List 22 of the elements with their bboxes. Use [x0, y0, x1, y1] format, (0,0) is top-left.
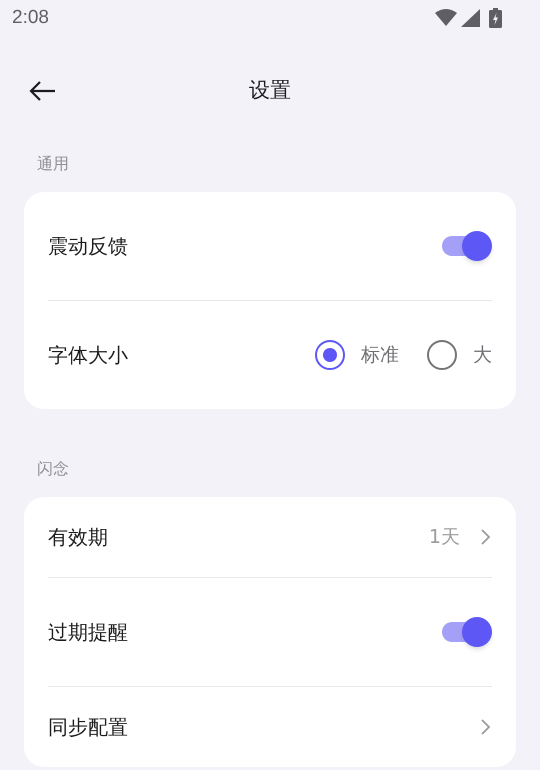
setting-label: 震动反馈: [48, 233, 128, 260]
value-text: 1天: [428, 524, 460, 550]
radio-button[interactable]: [315, 340, 345, 370]
status-time: 2:08: [12, 6, 49, 30]
battery-icon: [489, 8, 502, 28]
radio-button[interactable]: [427, 340, 457, 370]
chevron-right-icon: [480, 528, 492, 546]
chevron-right-icon: [480, 718, 492, 736]
radio-label: 大: [473, 342, 492, 368]
section-header: 通用: [37, 153, 69, 175]
setting-label: 过期提醒: [48, 619, 128, 646]
signal-icon: [461, 9, 481, 27]
section-header: 闪念: [37, 458, 69, 480]
setting-label: 有效期: [48, 524, 108, 551]
setting-label: 同步配置: [48, 714, 128, 741]
setting-label: 字体大小: [48, 342, 128, 369]
toggle-switch[interactable]: [440, 616, 492, 648]
wifi-icon: [435, 9, 457, 27]
page-title: 设置: [249, 77, 291, 104]
radio-label: 标准: [361, 342, 399, 368]
toggle-switch[interactable]: [440, 230, 492, 262]
back-arrow-icon: [28, 80, 56, 102]
